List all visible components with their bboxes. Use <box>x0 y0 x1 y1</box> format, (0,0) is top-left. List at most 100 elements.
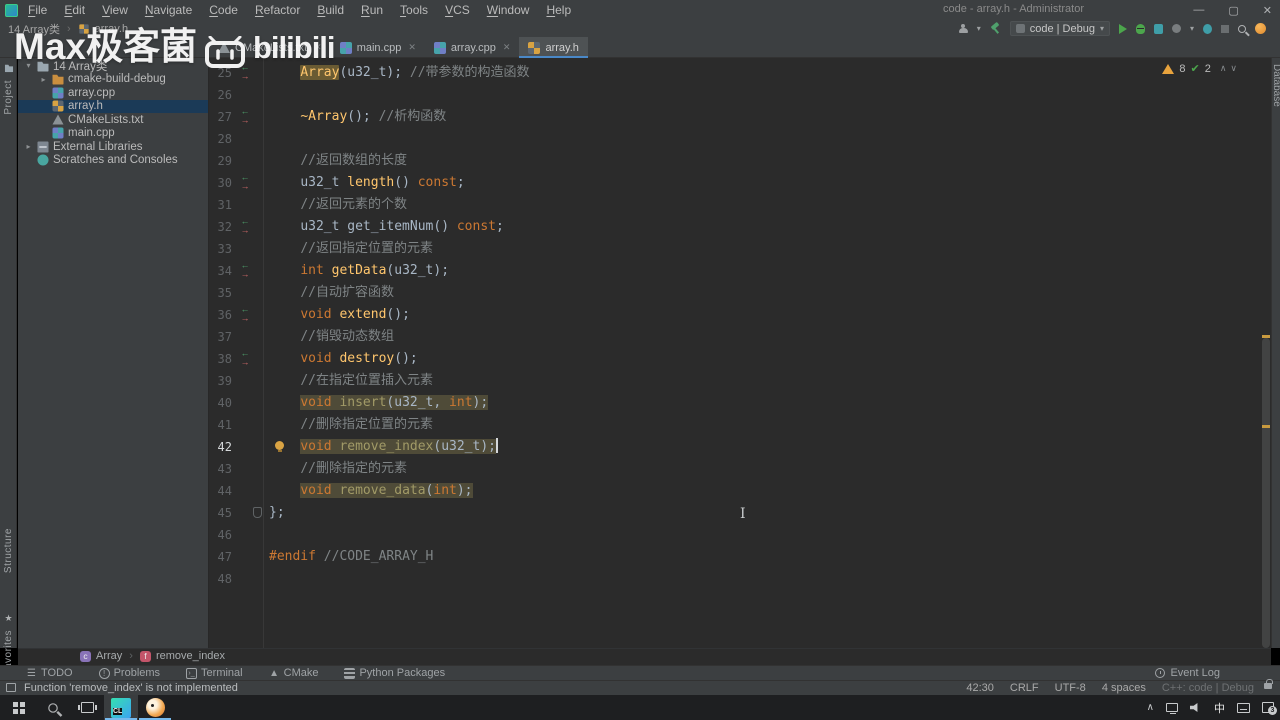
gutter-change-arrows-icon[interactable]: ← → <box>238 261 252 281</box>
tab-array.cpp[interactable]: array.cpp ✕ <box>425 37 520 58</box>
tool-stripe-project[interactable]: Project <box>3 80 14 115</box>
close-tab-icon[interactable]: ✕ <box>503 42 511 53</box>
code-text[interactable]: void remove_index(u32_t); <box>269 436 498 458</box>
menu-navigate[interactable]: Navigate <box>145 3 192 17</box>
chevron-down-icon[interactable]: ▾ <box>1190 24 1194 33</box>
code-line-38[interactable]: 38 ← → void destroy(); <box>209 348 1261 370</box>
taskbar-search-button[interactable] <box>36 695 70 720</box>
attach-process-button[interactable] <box>1203 23 1212 34</box>
tree-chevron-icon[interactable]: ▸ <box>39 75 48 84</box>
status-message[interactable]: Function 'remove_index' is not implement… <box>24 682 238 694</box>
code-text[interactable]: ~Array(); //析构函数 <box>269 106 446 128</box>
code-text[interactable]: #endif //CODE_ARRAY_H <box>269 546 433 568</box>
code-line-43[interactable]: 43 //删除指定的元素 <box>209 458 1261 480</box>
toolwindow-python-packages[interactable]: Python Packages <box>344 667 445 679</box>
network-icon[interactable] <box>1166 703 1178 714</box>
code-text[interactable]: //销毁动态数组 <box>269 326 394 348</box>
code-text[interactable]: //返回元素的个数 <box>269 194 407 216</box>
code-line-25[interactable]: 25 ← → Array(u32_t); //带参数的构造函数 <box>209 62 1261 84</box>
menu-code[interactable]: Code <box>209 3 238 17</box>
resolve-context[interactable]: C++: code | Debug <box>1162 682 1254 694</box>
debug-button[interactable] <box>1135 23 1145 34</box>
close-tab-icon[interactable]: ✕ <box>314 42 322 53</box>
code-line-48[interactable]: 48 <box>209 568 1261 590</box>
code-line-39[interactable]: 39 //在指定位置插入元素 <box>209 370 1261 392</box>
caret-position[interactable]: 42:30 <box>966 682 994 694</box>
gutter-change-arrows-icon[interactable]: ← → <box>238 173 252 193</box>
menu-window[interactable]: Window <box>487 3 530 17</box>
toolwindow-todo[interactable]: ☰ TODO <box>26 667 73 679</box>
ime-indicator[interactable]: 中 <box>1214 700 1225 716</box>
breadcrumb-array[interactable]: c Array <box>80 650 122 662</box>
tree-chevron-icon[interactable]: ▸ <box>24 142 33 151</box>
maximize-button[interactable]: ▢ <box>1228 4 1238 17</box>
promo-icon[interactable] <box>1255 23 1266 34</box>
event-log-button[interactable]: Event Log <box>1155 667 1220 679</box>
indent-setting[interactable]: 4 spaces <box>1102 682 1146 694</box>
gutter-fold-icon[interactable] <box>253 507 262 518</box>
taskbar-clion-button[interactable]: CL <box>104 695 138 720</box>
code-line-40[interactable]: 40 void insert(u32_t, int); <box>209 392 1261 414</box>
code-text[interactable]: void insert(u32_t, int); <box>269 392 489 414</box>
tree-item-main.cpp[interactable]: main.cpp <box>18 127 208 141</box>
menu-refactor[interactable]: Refactor <box>255 3 300 17</box>
gutter-change-arrows-icon[interactable]: ← → <box>238 349 252 369</box>
code-line-46[interactable]: 46 <box>209 524 1261 546</box>
tool-stripe-database[interactable]: Database <box>1271 64 1280 107</box>
gutter-change-arrows-icon[interactable]: ← → <box>238 63 252 83</box>
code-line-35[interactable]: 35 //自动扩容函数 <box>209 282 1261 304</box>
code-line-41[interactable]: 41 //删除指定位置的元素 <box>209 414 1261 436</box>
code-line-29[interactable]: 29 //返回数组的长度 <box>209 150 1261 172</box>
code-line-31[interactable]: 31 //返回元素的个数 <box>209 194 1261 216</box>
menu-run[interactable]: Run <box>361 3 383 17</box>
code-text[interactable]: //自动扩容函数 <box>269 282 394 304</box>
code-text[interactable]: u32_t length() const; <box>269 172 464 194</box>
code-text[interactable]: void remove_data(int); <box>269 480 473 502</box>
breadcrumb-remove_index[interactable]: f remove_index <box>139 650 225 662</box>
code-text[interactable]: //返回数组的长度 <box>269 150 407 172</box>
code-line-27[interactable]: 27 ← → ~Array(); //析构函数 <box>209 106 1261 128</box>
tree-item-cmakelists.txt[interactable]: CMakeLists.txt <box>18 113 208 127</box>
stop-button[interactable] <box>1221 24 1229 33</box>
tree-chevron-icon[interactable]: ▾ <box>24 61 33 70</box>
user-account-icon[interactable] <box>958 24 968 33</box>
nav-crumb-file[interactable]: array.h <box>95 23 128 35</box>
file-encoding[interactable]: UTF-8 <box>1055 682 1086 694</box>
task-view-button[interactable] <box>70 695 104 720</box>
touch-keyboard-icon[interactable] <box>1237 702 1250 713</box>
close-button[interactable]: ✕ <box>1263 4 1272 17</box>
notification-icon[interactable]: 3 <box>1262 702 1277 715</box>
tab-CMakeLists.txt[interactable]: CMakeLists.txt ✕ <box>209 37 331 58</box>
toolwindow-problems[interactable]: ! Problems <box>98 667 160 679</box>
code-text[interactable]: u32_t get_itemNum() const; <box>269 216 504 238</box>
code-text[interactable]: //在指定位置插入元素 <box>269 370 433 392</box>
tool-stripe-structure[interactable]: Structure <box>3 528 14 573</box>
scrollbar-thumb[interactable] <box>1262 338 1270 648</box>
code-line-30[interactable]: 30 ← → u32_t length() const; <box>209 172 1261 194</box>
code-text[interactable]: //删除指定位置的元素 <box>269 414 433 436</box>
prev-next-problem-chevrons[interactable]: ∧∨ <box>1220 63 1241 74</box>
tree-item-array.h[interactable]: array.h <box>18 99 208 113</box>
menu-help[interactable]: Help <box>546 3 571 17</box>
editor-scrollbar[interactable] <box>1261 58 1271 648</box>
search-everywhere-icon[interactable] <box>1238 24 1246 33</box>
code-text[interactable]: //返回指定位置的元素 <box>269 238 433 260</box>
code-text[interactable]: Array(u32_t); //带参数的构造函数 <box>269 62 530 84</box>
close-tab-icon[interactable]: ✕ <box>408 42 416 53</box>
taskbar-app-button[interactable] <box>138 695 172 720</box>
code-line-33[interactable]: 33 //返回指定位置的元素 <box>209 238 1261 260</box>
minimize-button[interactable]: — <box>1193 4 1204 16</box>
chevron-down-icon[interactable]: ▾ <box>977 24 981 33</box>
tab-main.cpp[interactable]: main.cpp ✕ <box>331 37 425 58</box>
tree-item-14-array类[interactable]: ▾ 14 Array类 <box>18 59 208 73</box>
profiler-button[interactable] <box>1171 24 1181 33</box>
code-text[interactable]: //删除指定的元素 <box>269 458 407 480</box>
tab-array.h[interactable]: array.h <box>519 37 589 58</box>
menu-view[interactable]: View <box>102 3 128 17</box>
volume-icon[interactable] <box>1190 703 1198 712</box>
code-line-44[interactable]: 44 void remove_data(int); <box>209 480 1261 502</box>
code-line-36[interactable]: 36 ← → void extend(); <box>209 304 1261 326</box>
menu-edit[interactable]: Edit <box>64 3 85 17</box>
tree-item-external-libraries[interactable]: ▸ External Libraries <box>18 140 208 154</box>
menu-vcs[interactable]: VCS <box>445 3 470 17</box>
